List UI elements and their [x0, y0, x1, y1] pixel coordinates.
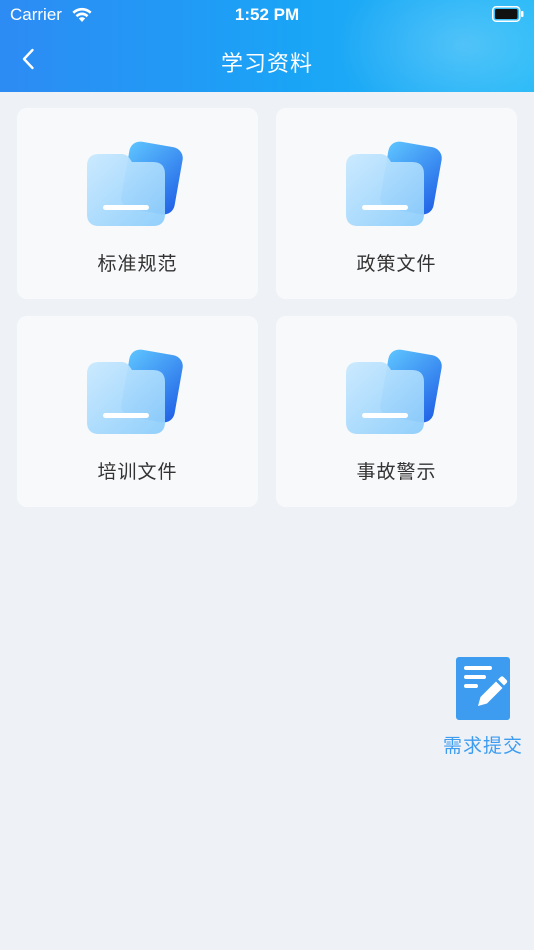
category-card-accident-warning[interactable]: 事故警示 [276, 316, 517, 507]
header: Carrier 1:52 PM 学习资料 [0, 0, 534, 92]
status-bar: Carrier 1:52 PM [0, 0, 534, 30]
folder-icon [342, 348, 442, 438]
category-label: 政策文件 [356, 253, 437, 275]
submit-request-button[interactable]: 需求提交 [438, 656, 528, 760]
nav-bar: 学习资料 [0, 30, 534, 92]
page-title: 学习资料 [220, 52, 313, 77]
category-label: 事故警示 [356, 461, 437, 483]
status-time: 1:52 PM [234, 5, 300, 24]
battery-icon [492, 6, 524, 26]
folder-icon [83, 348, 183, 438]
category-label: 培训文件 [97, 461, 178, 483]
category-card-standards[interactable]: 标准规范 [17, 108, 258, 299]
folder-icon [83, 140, 183, 230]
submit-request-label: 需求提交 [442, 735, 523, 757]
folder-icon [342, 140, 442, 230]
edit-document-icon [456, 657, 510, 720]
category-label: 标准规范 [97, 253, 178, 275]
category-card-policy[interactable]: 政策文件 [276, 108, 517, 299]
category-grid: 标准规范 政策文件 培训文件 事故警示 [17, 108, 517, 507]
category-card-training[interactable]: 培训文件 [17, 316, 258, 507]
